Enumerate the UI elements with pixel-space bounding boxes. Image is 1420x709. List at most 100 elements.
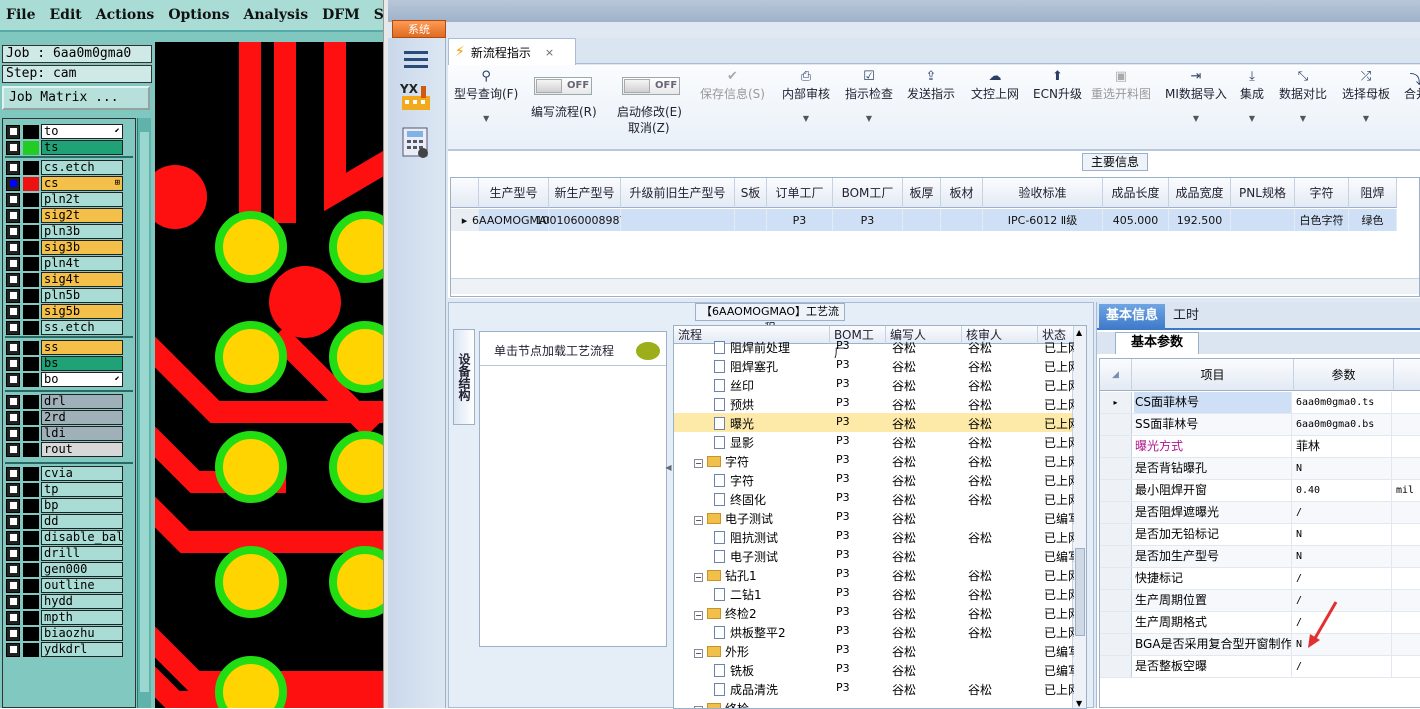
tree-node[interactable]: 阻焊塞孔	[714, 358, 828, 375]
layer-color-swatch[interactable]	[23, 642, 39, 657]
collapse-icon[interactable]: −	[694, 573, 703, 582]
edit-flow-toggle[interactable]: OFF	[534, 77, 592, 95]
tree-row[interactable]: − 字符 P3 谷松 谷松 已上网	[674, 451, 1074, 470]
row-indicator-icon[interactable]	[1100, 568, 1132, 589]
layer-checkbox[interactable]	[6, 356, 20, 371]
row-indicator-icon[interactable]	[1100, 502, 1132, 523]
chevron-down-icon[interactable]: ▼	[1240, 114, 1264, 123]
param-row[interactable]: BGA是否采用复合型开窗制作 N	[1100, 634, 1420, 656]
param-row[interactable]: 是否加无铅标记 N	[1100, 524, 1420, 546]
tree-row[interactable]: − 电子测试 P3 谷松 已编写	[674, 508, 1074, 527]
menu-analysis[interactable]: Analysis	[243, 7, 308, 23]
tree-node[interactable]: 成品清洗	[714, 681, 828, 698]
menu-dfm[interactable]: DFM	[322, 7, 360, 23]
layer-color-swatch[interactable]	[23, 256, 39, 271]
param-value[interactable]: 菲林	[1294, 436, 1392, 457]
layer-checkbox[interactable]	[6, 546, 20, 561]
grid-cell[interactable]: 192.500	[1169, 209, 1231, 231]
tree-node[interactable]: − 字符	[694, 453, 828, 470]
tree-row[interactable]: − 终检2 P3 谷松 谷松 已上网	[674, 603, 1074, 622]
layer-checkbox[interactable]	[6, 626, 20, 641]
grid-header[interactable]: 验收标准	[983, 178, 1103, 208]
layer-row[interactable]: outline	[6, 578, 123, 593]
collapse-icon[interactable]: −	[694, 516, 703, 525]
layer-row[interactable]: tp	[6, 482, 123, 497]
integrate-button[interactable]: ⤓ 集成 ▼	[1240, 69, 1264, 123]
tree-row[interactable]: 电子测试 P3 谷松 已编写	[674, 546, 1074, 565]
layer-name[interactable]: bs	[41, 356, 123, 371]
layer-scrollbar[interactable]	[137, 118, 151, 708]
layer-name[interactable]: gen000	[41, 562, 123, 577]
layer-row[interactable]: pln2t	[6, 192, 123, 207]
tree-row[interactable]: 预烘 P3 谷松 谷松 已上网	[674, 394, 1074, 413]
chevron-down-icon[interactable]: ▼	[1342, 114, 1390, 123]
tree-node[interactable]: 终固化	[714, 491, 828, 508]
system-tab[interactable]: 系统	[392, 20, 446, 38]
tree-row[interactable]: − 外形 P3 谷松 已编写	[674, 641, 1074, 660]
param-value[interactable]: N	[1294, 546, 1392, 567]
layer-name[interactable]: biaozhu	[41, 626, 123, 641]
tree-node[interactable]: 二钻1	[714, 586, 828, 603]
chevron-down-icon[interactable]: ▼	[1279, 114, 1327, 123]
tree-row[interactable]: 阻抗测试 P3 谷松 谷松 已上网	[674, 527, 1074, 546]
menu-file[interactable]: File	[6, 7, 35, 23]
param-value[interactable]: /	[1294, 502, 1392, 523]
tab-basic-info[interactable]: 基本信息	[1099, 304, 1165, 330]
tree-node[interactable]: − 电子测试	[694, 510, 828, 527]
data-compare-button[interactable]: ⤡ 数据对比 ▼	[1279, 69, 1327, 123]
layer-color-swatch[interactable]	[23, 208, 39, 223]
grid-cell[interactable]	[735, 209, 767, 231]
layer-checkbox[interactable]	[6, 208, 20, 223]
layer-row[interactable]: sig3b	[6, 240, 123, 255]
layer-color-swatch[interactable]	[23, 610, 39, 625]
layer-name[interactable]: sig5b	[41, 304, 123, 319]
menu-options[interactable]: Options	[168, 7, 229, 23]
layer-row[interactable]: drl	[6, 394, 123, 409]
layer-name[interactable]: tp	[41, 482, 123, 497]
layer-checkbox[interactable]	[6, 272, 20, 287]
layer-name[interactable]: drill	[41, 546, 123, 561]
layer-checkbox[interactable]	[6, 562, 20, 577]
layer-row[interactable]: hydd	[6, 594, 123, 609]
layer-name[interactable]: rout	[41, 442, 123, 457]
layer-row[interactable]: pln5b	[6, 288, 123, 303]
grid-cell[interactable]	[1231, 209, 1295, 231]
tree-scroll-thumb[interactable]	[1075, 548, 1085, 636]
layer-name[interactable]: pln2t	[41, 192, 123, 207]
layer-row[interactable]: drill	[6, 546, 123, 561]
param-value[interactable]: 6aa0m0gma0.bs	[1294, 414, 1392, 435]
reselect-image-button[interactable]: ▣ 重选开料图	[1091, 69, 1151, 102]
calculator-icon[interactable]	[398, 126, 434, 160]
layer-name[interactable]: ts	[41, 140, 123, 155]
layer-name[interactable]: sig4t	[41, 272, 123, 287]
layer-name[interactable]: bp	[41, 498, 123, 513]
tab-new-flow[interactable]: ⚡ 新流程指示 ×	[448, 38, 576, 65]
collapse-icon[interactable]: −	[694, 649, 703, 658]
mi-import-button[interactable]: ⇥ MI数据导入 ▼	[1165, 69, 1227, 123]
layer-color-swatch[interactable]	[23, 594, 39, 609]
job-matrix-button[interactable]: Job Matrix ...	[2, 86, 150, 110]
layer-name[interactable]: disable_bala	[41, 530, 123, 545]
param-row[interactable]: SS面菲林号 6aa0m0gma0.bs	[1100, 414, 1420, 436]
scroll-down-icon[interactable]: ▼	[1076, 699, 1082, 708]
layer-row[interactable]: sig5b	[6, 304, 123, 319]
grid-cell[interactable]: P3	[833, 209, 903, 231]
grid-header[interactable]: 成品长度	[1103, 178, 1169, 208]
layer-color-swatch[interactable]	[23, 410, 39, 425]
upload-doc-button[interactable]: ☁ 文控上网	[971, 69, 1019, 102]
layer-row[interactable]: pln3b	[6, 224, 123, 239]
tree-row[interactable]: 曝光 P3 谷松 谷松 已上网	[674, 413, 1074, 432]
param-value[interactable]: 6aa0m0gma0.ts	[1294, 392, 1392, 413]
layer-checkbox[interactable]	[6, 642, 20, 657]
grid-cell[interactable]: 10010600089874	[536, 209, 634, 231]
layer-checkbox[interactable]	[6, 514, 20, 529]
layer-row[interactable]: cs ⊞	[6, 176, 123, 191]
param-row[interactable]: 快捷标记 /	[1100, 568, 1420, 590]
chevron-down-icon[interactable]: ▼	[845, 114, 893, 123]
collapse-icon[interactable]: −	[694, 611, 703, 620]
choose-master-button[interactable]: ⤮ 选择母板 ▼	[1342, 69, 1390, 123]
tree-node[interactable]: 显影	[714, 434, 828, 451]
layer-checkbox[interactable]	[6, 140, 20, 155]
grid-cell[interactable]: 白色字符	[1295, 209, 1349, 231]
grid-header[interactable]: 阻焊	[1349, 178, 1397, 208]
